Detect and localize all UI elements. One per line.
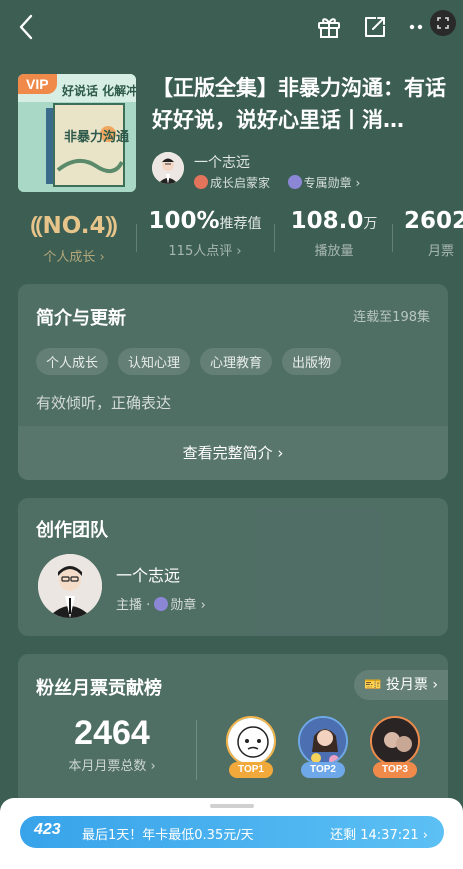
recommend-value: 100% [148,208,220,234]
team-card: 创作团队 一个志远 主播 · 勋章 › [18,498,448,636]
total-votes-value: 2464 [74,714,150,752]
top-fan-3[interactable]: TOP3 [370,716,420,782]
tag-chip[interactable]: 个人成长 [36,348,109,375]
promo-banner[interactable]: 423 最后1天！年卡最低0.35元/天 还剩 14:37:21 › [20,816,444,848]
team-member-name[interactable]: 一个志远 [116,562,180,586]
medal-icon [154,597,169,611]
tag-chip[interactable]: 心理教育 [200,348,273,375]
tag-list: 个人成长 认知心理 心理教育 出版物 [36,348,342,375]
stat-monthly-votes[interactable]: 2602 月票 [404,208,463,268]
stat-rank[interactable]: ⸨NO.4⸩ 个人成长 › [24,208,124,268]
top-bar [0,0,463,56]
bottom-sheet: 423 最后1天！年卡最低0.35元/天 还剩 14:37:21 › [0,798,463,869]
author-tag-title: 成长启蒙家 [210,176,271,190]
rank-category: 个人成长 [43,250,96,265]
avatar [370,716,420,766]
stat-recommend[interactable]: 100%推荐值 115人点评 › [146,208,264,268]
stats-row: ⸨NO.4⸩ 个人成长 › 100%推荐值 115人点评 › 108.0万 播放… [0,208,463,268]
team-member-role: 主播 [116,598,143,613]
plays-value: 108.0 [290,208,364,234]
crown-icon [194,175,208,189]
top2-label: TOP2 [301,762,345,778]
expand-icon[interactable] [430,10,456,36]
fan-ranking-card: 粉丝月票贡献榜 🎫 投月票 › 2464 本月月票总数 › TOP1 TOP2 … [18,654,448,814]
cover-title: 非暴力沟通 [64,130,130,145]
top3-label: TOP3 [373,762,417,778]
fan-divider [196,720,197,780]
team-member-badge[interactable]: 勋章 [170,598,196,613]
author-tags: 成长启蒙家 专属勋章 › [194,174,360,191]
intro-title: 简介与更新 [36,308,126,329]
book-cover[interactable]: VIP 好说话 化解冲突 非暴力沟通 [18,74,136,192]
promo-logo: 423 [34,821,61,838]
avatar [226,716,276,766]
chevron-right-icon: › [196,598,206,613]
ticket-icon: 🎫 [364,677,382,693]
plays-label: 播放量 [314,244,354,259]
total-votes-label: 本月月票总数 [68,759,147,774]
view-full-intro-button[interactable]: 查看完整简介 › [18,426,448,480]
top1-label: TOP1 [229,762,273,778]
monthly-vote-total[interactable]: 2464 本月月票总数 › [38,714,186,774]
team-member-role-row: 主播 · 勋章 › [116,597,206,613]
chevron-right-icon: › [277,444,284,462]
monthly-votes-value: 2602 [404,208,463,234]
promo-text: 最后1天！年卡最低0.35元/天 [82,828,254,843]
share-icon[interactable] [362,14,388,40]
intro-description: 有效倾听，正确表达 [36,394,172,412]
chevron-right-icon: › [432,677,438,693]
plays-unit: 万 [363,216,378,232]
recommend-unit: 推荐值 [219,216,262,232]
book-title: 【正版全集】非暴力沟通：有话好好说，说好心里话丨消… [152,76,446,132]
top-fan-1[interactable]: TOP1 [226,716,276,782]
vote-button-label: 投月票 [385,677,428,693]
monthly-votes-label: 月票 [428,244,455,259]
chevron-right-icon: › [351,176,361,190]
author-row[interactable]: 一个志远 成长启蒙家 专属勋章 › [152,152,452,192]
avatar[interactable] [38,554,102,618]
sheet-handle[interactable] [210,804,254,808]
vip-badge: VIP [18,74,57,94]
gift-icon[interactable] [316,14,342,40]
cover-subtitle: 好说话 化解冲突 [62,84,136,98]
laurel-icon: ⸨ [30,213,43,239]
avatar [298,716,348,766]
vote-button[interactable]: 🎫 投月票 › [354,670,448,700]
stat-divider [136,224,137,252]
rank-value: NO.4 [42,213,106,239]
author-tag-medal[interactable]: 专属勋章 [304,176,352,190]
chevron-left-icon[interactable] [14,12,40,42]
tag-chip[interactable]: 认知心理 [118,348,191,375]
stat-divider [274,224,275,252]
promo-timer: 还剩 14:37:21 › [330,828,428,843]
avatar[interactable] [152,152,184,184]
stat-divider [392,224,393,252]
medal-icon [287,175,302,189]
team-title: 创作团队 [36,520,108,541]
stat-plays: 108.0万 播放量 [284,208,384,268]
intro-card: 简介与更新 连载至198集 个人成长 认知心理 心理教育 出版物 有效倾听，正确… [18,284,448,480]
tag-chip[interactable]: 出版物 [282,348,342,375]
review-count: 115人点评 [168,244,233,259]
top-fan-2[interactable]: TOP2 [298,716,348,782]
update-status: 连载至198集 [353,310,430,325]
author-name[interactable]: 一个志远 [194,152,250,172]
view-full-intro-label: 查看完整简介 [182,444,273,462]
laurel-icon: ⸩ [105,213,118,239]
promo-countdown: 还剩 14:37:21 [330,828,419,843]
fan-ranking-title: 粉丝月票贡献榜 [36,678,162,699]
